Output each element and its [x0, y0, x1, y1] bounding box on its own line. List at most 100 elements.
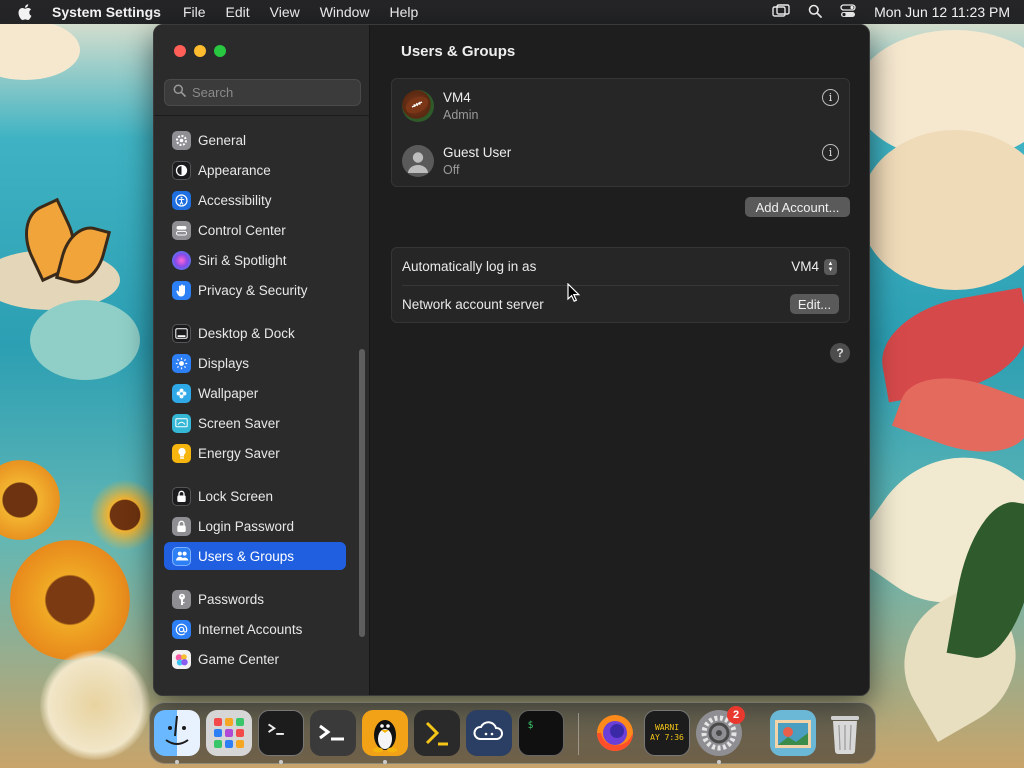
help-button[interactable]: ?: [830, 343, 850, 363]
network-server-row: Network account server: [392, 286, 849, 323]
sidebar-item-login-password[interactable]: Login Password: [164, 512, 346, 540]
menu-window[interactable]: Window: [320, 4, 370, 20]
hand-icon: [172, 280, 191, 300]
dock-tux[interactable]: [362, 710, 408, 756]
user-info-icon[interactable]: i: [822, 144, 839, 161]
menu-help[interactable]: Help: [390, 4, 419, 20]
sidebar-item-displays[interactable]: Displays: [164, 349, 346, 377]
spotlight-search-icon[interactable]: [808, 4, 822, 21]
trash-icon: [831, 716, 859, 754]
sidebar-item-privacy-security[interactable]: Privacy & Security: [164, 276, 346, 304]
user-name: VM4: [443, 90, 471, 105]
user-role: Off: [443, 163, 460, 177]
lock-icon: [172, 486, 191, 506]
sidebar-item-internet-accounts[interactable]: Internet Accounts: [164, 615, 346, 643]
sidebar-item-label: Desktop & Dock: [198, 325, 295, 341]
sidebar-item-game-center[interactable]: Game Center: [164, 645, 346, 673]
running-indicator: [383, 760, 387, 764]
sidebar-item-label: Users & Groups: [198, 548, 295, 564]
menu-edit[interactable]: Edit: [226, 4, 250, 20]
photo-stack-icon: [775, 720, 811, 748]
sidebar-scrollbar[interactable]: [359, 349, 365, 637]
sidebar-item-energy-saver[interactable]: Energy Saver: [164, 439, 346, 467]
console-log-preview: WARNI AY 7:36: [650, 723, 684, 742]
sidebar-item-screen-saver[interactable]: Screen Saver: [164, 409, 346, 437]
apple-menu-icon[interactable]: [18, 4, 32, 20]
sidebar: General Appearance Accessibility Control…: [154, 25, 370, 695]
chevron-updown-icon: ▲ ▼: [824, 258, 837, 275]
network-server-label: Network account server: [402, 297, 544, 312]
sidebar-item-label: Appearance: [198, 162, 271, 178]
sidebar-item-desktop-dock[interactable]: Desktop & Dock: [164, 319, 346, 347]
search-input[interactable]: [192, 85, 352, 100]
sidebar-item-lock-screen[interactable]: Lock Screen: [164, 482, 346, 510]
menu-view[interactable]: View: [270, 4, 300, 20]
sidebar-item-label: Privacy & Security: [198, 282, 308, 298]
sidebar-item-label: Game Center: [198, 651, 280, 667]
notification-badge: 2: [727, 706, 745, 724]
sidebar-item-label: Siri & Spotlight: [198, 252, 287, 268]
user-info-icon[interactable]: i: [822, 89, 839, 106]
user-role: Admin: [443, 108, 479, 122]
menu-bar: System Settings File Edit View Window He…: [0, 0, 1024, 24]
dock-preview[interactable]: [770, 710, 816, 756]
dock-terminal[interactable]: [258, 710, 304, 756]
dock-separator: [578, 713, 579, 755]
screen-mirroring-icon[interactable]: [772, 3, 790, 21]
zoom-button[interactable]: [214, 45, 226, 57]
dock-console-log[interactable]: WARNI AY 7:36: [644, 710, 690, 756]
running-indicator: [175, 760, 179, 764]
dock-launchpad[interactable]: [206, 710, 252, 756]
edit-button[interactable]: Edit...: [790, 294, 839, 314]
running-indicator: [279, 760, 283, 764]
dock-console[interactable]: $: [518, 710, 564, 756]
finder-icon: [165, 715, 189, 745]
control-center-icon[interactable]: [840, 3, 856, 21]
search-field[interactable]: [164, 79, 361, 106]
menu-file[interactable]: File: [183, 4, 206, 20]
battery-icon: [172, 443, 191, 463]
sidebar-item-appearance[interactable]: Appearance: [164, 156, 346, 184]
dock-firefox[interactable]: [592, 710, 638, 756]
window-controls: [174, 45, 226, 57]
menubar-clock[interactable]: Mon Jun 12 11:23 PM: [874, 4, 1010, 20]
dock-icon: [172, 323, 191, 343]
key-icon: [172, 589, 191, 609]
minimize-button[interactable]: [194, 45, 206, 57]
sidebar-item-label: Internet Accounts: [198, 621, 303, 637]
sidebar-item-control-center[interactable]: Control Center: [164, 216, 346, 244]
app-name-menu[interactable]: System Settings: [52, 4, 161, 20]
dock-finder[interactable]: [154, 710, 200, 756]
auto-login-popup[interactable]: VM4 ▲ ▼: [791, 258, 837, 275]
sidebar-item-users-groups[interactable]: Users & Groups: [164, 542, 346, 570]
sidebar-item-general[interactable]: General: [164, 126, 346, 154]
auto-login-value: VM4: [791, 259, 819, 274]
accessibility-icon: [172, 190, 191, 210]
sidebar-item-passwords[interactable]: Passwords: [164, 585, 346, 613]
user-row-guest[interactable]: Guest User Off i: [392, 134, 849, 188]
system-settings-window: General Appearance Accessibility Control…: [153, 24, 870, 696]
shell-prompt-icon: [319, 724, 344, 741]
close-button[interactable]: [174, 45, 186, 57]
dock-trash[interactable]: [822, 710, 868, 756]
login-settings-card: Automatically log in as VM4 ▲ ▼ Network a…: [391, 247, 850, 323]
mouse-cursor-icon: [567, 283, 581, 302]
sidebar-item-label: General: [198, 132, 247, 148]
running-indicator: [717, 760, 721, 764]
user-row-vm4[interactable]: VM4 Admin i: [392, 79, 849, 133]
login-lock-icon: [172, 516, 191, 536]
dock-prompt[interactable]: [414, 710, 460, 756]
sidebar-item-siri-spotlight[interactable]: Siri & Spotlight: [164, 246, 346, 274]
dock-shell[interactable]: [310, 710, 356, 756]
add-account-button[interactable]: Add Account...: [745, 197, 850, 217]
page-title: Users & Groups: [401, 43, 516, 60]
sidebar-item-wallpaper[interactable]: Wallpaper: [164, 379, 346, 407]
firefox-icon: [597, 715, 633, 751]
sidebar-item-label: Screen Saver: [198, 415, 280, 431]
dock: $ WARNI AY 7:36 2: [149, 702, 876, 764]
dock-cloud[interactable]: [466, 710, 512, 756]
console-icon: $: [528, 720, 534, 731]
sidebar-item-label: Wallpaper: [198, 385, 259, 401]
sidebar-item-label: Displays: [198, 355, 250, 371]
sidebar-item-accessibility[interactable]: Accessibility: [164, 186, 346, 214]
